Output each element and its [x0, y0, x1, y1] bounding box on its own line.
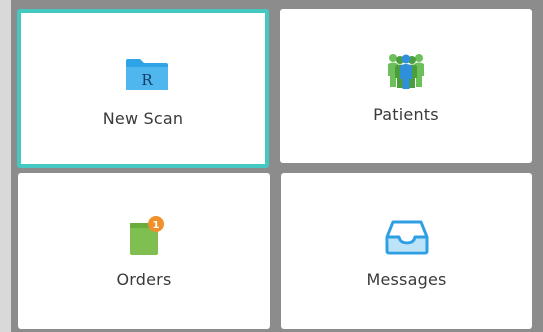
messages-tile[interactable]: Messages — [281, 173, 532, 329]
clipboard-icon: 1 — [130, 216, 164, 255]
svg-text:R: R — [141, 71, 153, 89]
people-group-icon — [388, 54, 424, 89]
orders-tile[interactable]: 1 Orders — [18, 173, 270, 329]
rx-folder-icon: R — [126, 59, 168, 90]
inbox-tray-icon — [385, 220, 429, 255]
orders-label: Orders — [116, 270, 172, 289]
new-scan-label: New Scan — [102, 109, 184, 128]
new-scan-tile[interactable]: R New Scan — [17, 9, 269, 168]
patients-tile[interactable]: Patients — [280, 9, 532, 163]
patients-label: Patients — [373, 105, 439, 124]
messages-label: Messages — [366, 270, 447, 289]
svg-text:1: 1 — [153, 220, 160, 231]
